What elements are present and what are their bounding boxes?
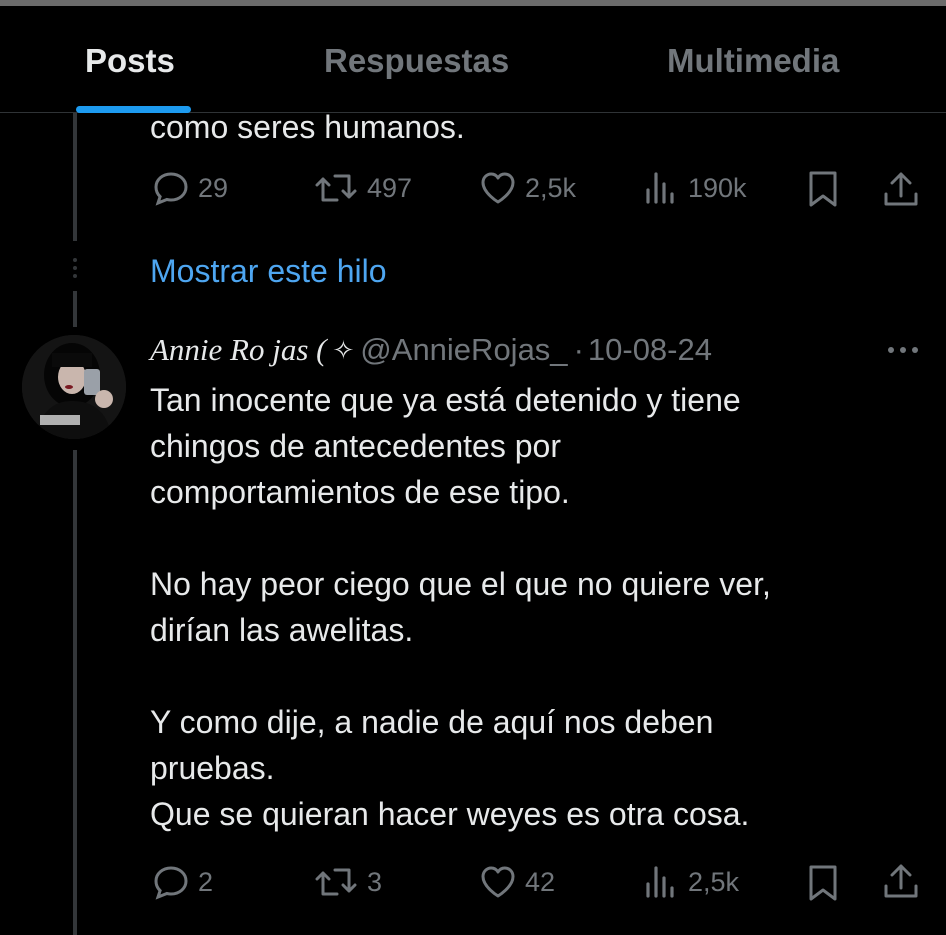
reply-count: 29 xyxy=(198,172,229,203)
repost-button[interactable]: 497 xyxy=(313,170,412,206)
bookmark-icon xyxy=(809,865,837,901)
reply-icon xyxy=(154,866,188,900)
share-icon xyxy=(884,864,918,898)
like-button[interactable]: 2,5k xyxy=(479,170,576,206)
reply-button[interactable]: 2 xyxy=(152,864,213,900)
thread-dot xyxy=(73,266,77,270)
reply-button[interactable]: 29 xyxy=(152,170,228,206)
tab-multimedia[interactable]: Multimedia xyxy=(667,42,839,80)
thread-line-mid xyxy=(73,291,77,327)
post-date[interactable]: 10-08-24 xyxy=(588,332,712,368)
previous-post-text: como seres humanos. xyxy=(150,109,465,145)
thread-line-bottom xyxy=(73,450,77,935)
repost-count: 497 xyxy=(367,172,413,203)
tab-respuestas[interactable]: Respuestas xyxy=(324,42,509,80)
show-thread-link[interactable]: Mostrar este hilo xyxy=(150,253,387,290)
tab-posts[interactable]: Posts xyxy=(85,42,175,80)
repost-icon xyxy=(315,868,357,896)
author-handle[interactable]: @AnnieRojas_ xyxy=(360,332,567,368)
repost-count: 3 xyxy=(367,866,383,897)
repost-icon xyxy=(315,174,357,202)
like-count: 42 xyxy=(525,866,556,897)
bookmark-button[interactable] xyxy=(807,864,839,902)
views-button[interactable]: 190k xyxy=(644,170,747,206)
bookmark-button[interactable] xyxy=(807,170,839,208)
post-body: Tan inocente que ya está detenido y tien… xyxy=(150,382,771,832)
author-name[interactable]: Annie Ro jas ( xyxy=(150,332,327,368)
post-header: Annie Ro jas ( ✧ @AnnieRojas_ · 10-08-24 xyxy=(150,332,712,368)
separator-dot: · xyxy=(573,332,584,367)
reply-count: 2 xyxy=(198,866,214,897)
thread-dot xyxy=(73,258,77,262)
share-button[interactable] xyxy=(882,170,920,208)
reply-icon xyxy=(154,172,188,206)
views-count: 2,5k xyxy=(688,866,740,897)
views-icon xyxy=(646,866,674,898)
like-icon xyxy=(481,866,515,898)
share-icon xyxy=(884,172,918,206)
like-count: 2,5k xyxy=(525,172,577,203)
more-icon xyxy=(888,347,918,353)
like-icon xyxy=(481,172,515,204)
views-button[interactable]: 2,5k xyxy=(644,864,739,900)
sparkle-icon: ✧ xyxy=(332,334,355,365)
profile-tabs: Posts Respuestas Multimedia xyxy=(0,6,946,113)
thread-line-top xyxy=(73,113,77,241)
share-button[interactable] xyxy=(882,862,920,900)
repost-button[interactable]: 3 xyxy=(313,864,382,900)
more-options-button[interactable] xyxy=(885,335,921,370)
like-button[interactable]: 42 xyxy=(479,864,555,900)
thread-dot xyxy=(73,274,77,278)
views-count: 190k xyxy=(688,172,747,203)
avatar[interactable] xyxy=(22,335,126,439)
views-icon xyxy=(646,172,674,204)
bookmark-icon xyxy=(809,171,837,207)
